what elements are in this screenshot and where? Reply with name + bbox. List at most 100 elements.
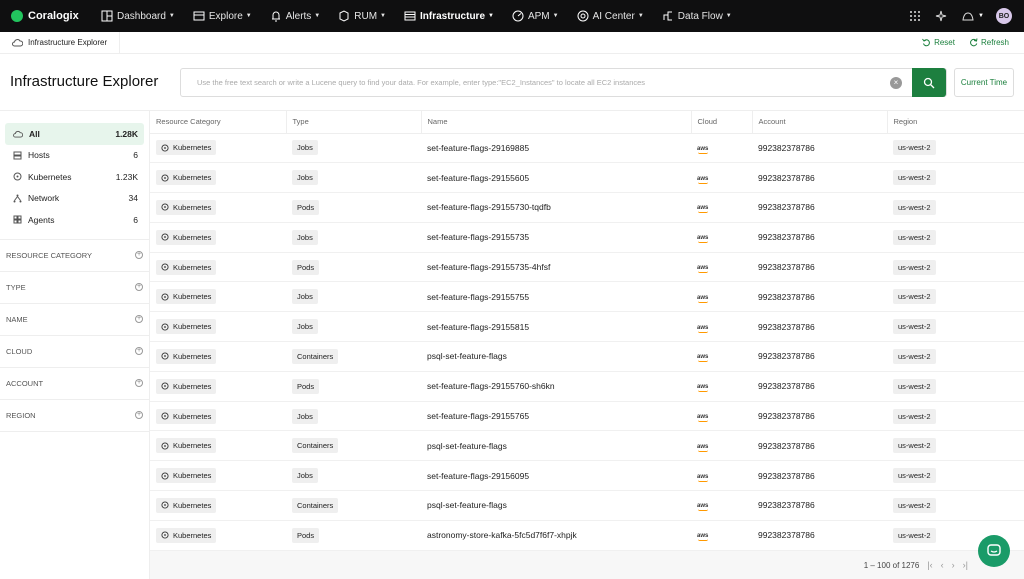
- cell-category: Kubernetes: [150, 133, 286, 164]
- nav-ai-center[interactable]: AI Center ▼: [571, 0, 650, 32]
- resource-kubernetes[interactable]: Kubernetes 1.23K: [5, 166, 144, 188]
- cell-account: 992382378786: [752, 281, 887, 313]
- agents-icon: [13, 215, 22, 224]
- region-chip: us-west-2: [893, 348, 936, 364]
- prev-page-icon[interactable]: ‹: [941, 560, 944, 570]
- table-row[interactable]: Kubernetes Containers psql-set-feature-fla…: [150, 341, 1024, 372]
- chevron-down-icon: ▼: [725, 13, 732, 19]
- nav-data-flow[interactable]: Data Flow ▼: [656, 0, 738, 32]
- aws-text: aws: [697, 235, 709, 242]
- logo-text: Coralogix: [28, 10, 79, 22]
- filter-resource-category[interactable]: RESOURCE CATEGORY +: [0, 240, 149, 272]
- apps-grid-icon[interactable]: [909, 10, 921, 22]
- cell-name[interactable]: set-feature-flags-29156095: [421, 460, 691, 492]
- resource-agents[interactable]: Agents 6: [5, 209, 144, 231]
- cell-name[interactable]: psql-set-feature-flags: [421, 341, 691, 372]
- expand-icon[interactable]: +: [135, 283, 143, 291]
- cell-name[interactable]: set-feature-flags-29155730-tqdfb: [421, 192, 691, 223]
- expand-icon[interactable]: +: [135, 411, 143, 419]
- avatar[interactable]: BO: [996, 8, 1012, 24]
- table-row[interactable]: Kubernetes Containers psql-set-feature-fla…: [150, 490, 1024, 521]
- search-input[interactable]: Use the free text search or write a Luce…: [197, 78, 890, 87]
- search-button[interactable]: [912, 68, 946, 97]
- filter-name[interactable]: NAME +: [0, 304, 149, 336]
- cell-name[interactable]: set-feature-flags-29155755: [421, 281, 691, 313]
- nav-dashboard[interactable]: Dashboard ▼: [95, 0, 181, 32]
- expand-icon[interactable]: +: [135, 315, 143, 323]
- cell-type: Jobs: [286, 162, 421, 194]
- table-row[interactable]: Kubernetes Jobs set-feature-flags-29155755…: [150, 281, 1024, 313]
- expand-icon[interactable]: +: [135, 251, 143, 259]
- table-row[interactable]: Kubernetes Jobs set-feature-flags-29156095…: [150, 460, 1024, 492]
- cell-name[interactable]: set-feature-flags-29169885: [421, 133, 691, 164]
- nav-rum[interactable]: RUM ▼: [332, 0, 392, 32]
- category-chip: Kubernetes: [156, 199, 217, 215]
- filter-type[interactable]: TYPE +: [0, 272, 149, 304]
- coralogix-logo[interactable]: Coralogix: [11, 10, 95, 22]
- filter-cloud[interactable]: CLOUD +: [0, 336, 149, 368]
- table-row[interactable]: Kubernetes Pods set-feature-flags-29155760…: [150, 371, 1024, 402]
- cell-name[interactable]: astronomy-store-kafka-5fc5d7f6f7-xhpjk: [421, 520, 691, 551]
- reset-label: Reset: [934, 38, 955, 47]
- filter-region[interactable]: REGION +: [0, 400, 149, 432]
- nav-alerts[interactable]: Alerts ▼: [264, 0, 327, 32]
- filter-account[interactable]: ACCOUNT +: [0, 368, 149, 400]
- table-row[interactable]: Kubernetes Jobs set-feature-flags-29155735…: [150, 222, 1024, 253]
- column-header-cloud[interactable]: Cloud: [691, 111, 753, 134]
- breadcrumb[interactable]: Infrastructure Explorer: [12, 31, 121, 54]
- table-row[interactable]: Kubernetes Jobs set-feature-flags-29155765…: [150, 401, 1024, 432]
- cell-category: Kubernetes: [150, 490, 286, 521]
- table-row[interactable]: Kubernetes Jobs set-feature-flags-29155815…: [150, 311, 1024, 343]
- table-row[interactable]: Kubernetes Pods set-feature-flags-29155735…: [150, 252, 1024, 283]
- nav-explore[interactable]: Explore ▼: [187, 0, 258, 32]
- first-page-icon[interactable]: |‹: [927, 560, 932, 570]
- chat-button[interactable]: [978, 535, 1010, 567]
- cell-type: Containers: [286, 341, 421, 372]
- kubernetes-icon: [161, 531, 169, 539]
- cell-name[interactable]: set-feature-flags-29155735: [421, 222, 691, 253]
- cell-name[interactable]: set-feature-flags-29155815: [421, 311, 691, 343]
- table-row[interactable]: Kubernetes Containers psql-set-feature-fla…: [150, 430, 1024, 462]
- cell-name[interactable]: set-feature-flags-29155735-4hfsf: [421, 252, 691, 283]
- cell-name[interactable]: set-feature-flags-29155605: [421, 162, 691, 194]
- cell-cloud: aws: [691, 133, 752, 164]
- column-header-region[interactable]: Region: [887, 111, 1024, 134]
- notifications-icon[interactable]: ▼: [961, 10, 984, 22]
- next-page-icon[interactable]: ›: [952, 560, 955, 570]
- category-label: Kubernetes: [173, 441, 212, 451]
- cell-name[interactable]: psql-set-feature-flags: [421, 490, 691, 521]
- reset-button[interactable]: Reset: [922, 38, 955, 47]
- cell-region: us-west-2: [887, 430, 1024, 462]
- column-header-account[interactable]: Account: [752, 111, 888, 134]
- column-header-name[interactable]: Name: [421, 111, 692, 134]
- nav-apm[interactable]: APM ▼: [506, 0, 565, 32]
- cell-type: Jobs: [286, 281, 421, 313]
- resource-count: 1.23K: [115, 171, 138, 182]
- current-time-button[interactable]: Current Time: [954, 68, 1014, 97]
- category-label: Kubernetes: [173, 381, 212, 391]
- column-header-resource-category[interactable]: Resource Category: [150, 111, 287, 134]
- reset-icon: [922, 38, 930, 47]
- resource-list: All 1.28K Hosts 6 Kubernetes 1.23K Netwo…: [0, 123, 149, 231]
- resource-network[interactable]: Network 34: [5, 188, 144, 210]
- sparkle-icon[interactable]: [935, 10, 947, 22]
- expand-icon[interactable]: +: [135, 347, 143, 355]
- filter-sections: RESOURCE CATEGORY + TYPE + NAME + CLOUD + AC…: [0, 238, 149, 432]
- resource-all[interactable]: All 1.28K: [5, 123, 144, 145]
- table-row[interactable]: Kubernetes Pods set-feature-flags-29155730…: [150, 192, 1024, 223]
- expand-icon[interactable]: +: [135, 379, 143, 387]
- cell-category: Kubernetes: [150, 401, 286, 432]
- search-bar[interactable]: Use the free text search or write a Luce…: [180, 68, 947, 97]
- table-row[interactable]: Kubernetes Pods astronomy-store-kafka-5fc5…: [150, 520, 1024, 551]
- clear-icon[interactable]: ×: [890, 76, 902, 89]
- cell-name[interactable]: set-feature-flags-29155760-sh6kn: [421, 371, 691, 402]
- resource-hosts[interactable]: Hosts 6: [5, 145, 144, 167]
- cell-name[interactable]: set-feature-flags-29155765: [421, 401, 691, 432]
- cell-name[interactable]: psql-set-feature-flags: [421, 430, 691, 462]
- column-header-type[interactable]: Type: [286, 111, 422, 134]
- table-row[interactable]: Kubernetes Jobs set-feature-flags-29169885…: [150, 133, 1024, 164]
- table-row[interactable]: Kubernetes Jobs set-feature-flags-29155605…: [150, 162, 1024, 194]
- last-page-icon[interactable]: ›|: [963, 560, 968, 570]
- nav-infrastructure[interactable]: Infrastructure ▼: [398, 0, 500, 32]
- refresh-button[interactable]: Refresh: [969, 38, 1009, 47]
